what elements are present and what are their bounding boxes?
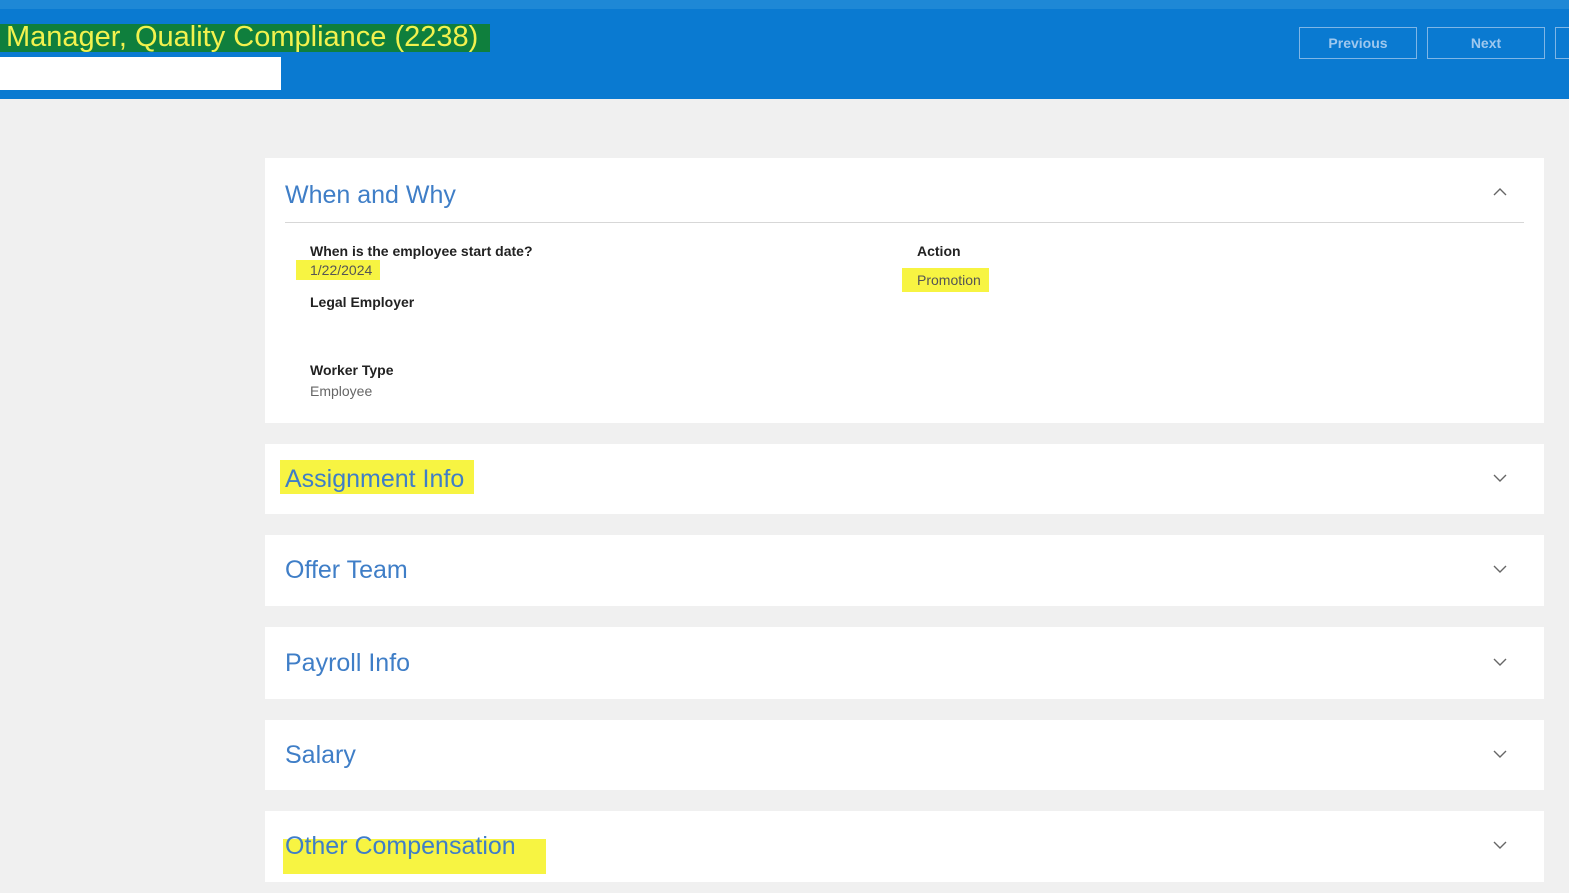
page-title: Manager, Quality Compliance (2238) xyxy=(6,21,479,53)
chevron-down-icon[interactable] xyxy=(1492,470,1508,486)
more-button[interactable] xyxy=(1555,27,1569,59)
chevron-down-icon[interactable] xyxy=(1492,561,1508,577)
start-date-value: 1/22/2024 xyxy=(296,260,381,280)
section-title[interactable]: Payroll Info xyxy=(285,646,410,680)
chevron-down-icon[interactable] xyxy=(1492,837,1508,853)
section-payroll-info[interactable]: Payroll Info xyxy=(265,627,1544,699)
section-title[interactable]: Assignment Info xyxy=(285,462,464,496)
action-label: Action xyxy=(917,243,961,259)
worker-type-label: Worker Type xyxy=(310,362,394,378)
start-date-label: When is the employee start date? xyxy=(310,243,533,259)
chevron-down-icon[interactable] xyxy=(1492,746,1508,762)
header-top-strip xyxy=(0,0,1569,9)
chevron-down-icon[interactable] xyxy=(1492,654,1508,670)
legal-employer-label: Legal Employer xyxy=(310,294,415,310)
section-divider xyxy=(285,222,1524,223)
previous-button[interactable]: Previous xyxy=(1299,27,1417,59)
section-when-and-why: When and Why When is the employee start … xyxy=(265,158,1544,423)
worker-type-value: Employee xyxy=(310,383,373,399)
section-title[interactable]: Other Compensation xyxy=(285,829,516,863)
section-title[interactable]: When and Why xyxy=(285,178,456,212)
section-other-compensation[interactable]: Other Compensation xyxy=(265,811,1544,882)
section-salary[interactable]: Salary xyxy=(265,720,1544,790)
action-value: Promotion xyxy=(902,268,989,292)
section-title[interactable]: Offer Team xyxy=(285,553,408,587)
section-offer-team[interactable]: Offer Team xyxy=(265,535,1544,606)
chevron-up-icon[interactable] xyxy=(1492,184,1508,200)
page-header: Manager, Quality Compliance (2238) Previ… xyxy=(0,0,1569,99)
section-assignment-info[interactable]: Assignment Info xyxy=(265,444,1544,514)
header-subtitle-box xyxy=(0,57,281,90)
section-title[interactable]: Salary xyxy=(285,738,356,772)
next-button[interactable]: Next xyxy=(1427,27,1545,59)
